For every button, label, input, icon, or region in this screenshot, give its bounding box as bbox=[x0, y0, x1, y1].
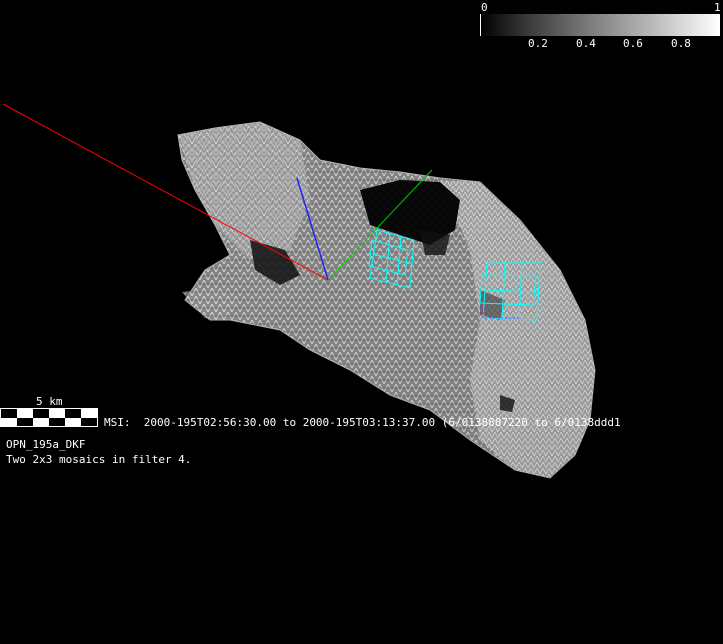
observation-description: Two 2x3 mosaics in filter 4. bbox=[6, 453, 192, 466]
msi-time-text: 2000-195T02:56:30.00 to 2000-195T03:13:3… bbox=[143, 416, 621, 429]
asteroid-view[interactable] bbox=[0, 0, 723, 644]
scale-bar bbox=[0, 408, 98, 427]
colorbar-tick-label: 0.8 bbox=[671, 37, 691, 50]
scale-bar-label: 5 km bbox=[36, 395, 63, 408]
colorbar-max-label: 1 bbox=[714, 1, 721, 14]
colorbar-tick-label: 0.4 bbox=[576, 37, 596, 50]
colorbar-tick-label: 0.6 bbox=[623, 37, 643, 50]
color-gradient bbox=[480, 14, 720, 36]
msi-prefix: MSI: bbox=[104, 416, 131, 429]
color-scale-bar bbox=[480, 14, 720, 36]
observation-id: OPN_195a_DKF bbox=[6, 438, 86, 451]
asteroid-shape-model bbox=[0, 0, 723, 644]
colorbar-tick-label: 0.2 bbox=[528, 37, 548, 50]
colorbar-tick-max bbox=[719, 14, 720, 36]
colorbar-tick-min bbox=[480, 14, 481, 36]
msi-time-range: MSI: 2000-195T02:56:30.00 to 2000-195T03… bbox=[104, 416, 621, 429]
colorbar-min-label: 0 bbox=[481, 1, 488, 14]
